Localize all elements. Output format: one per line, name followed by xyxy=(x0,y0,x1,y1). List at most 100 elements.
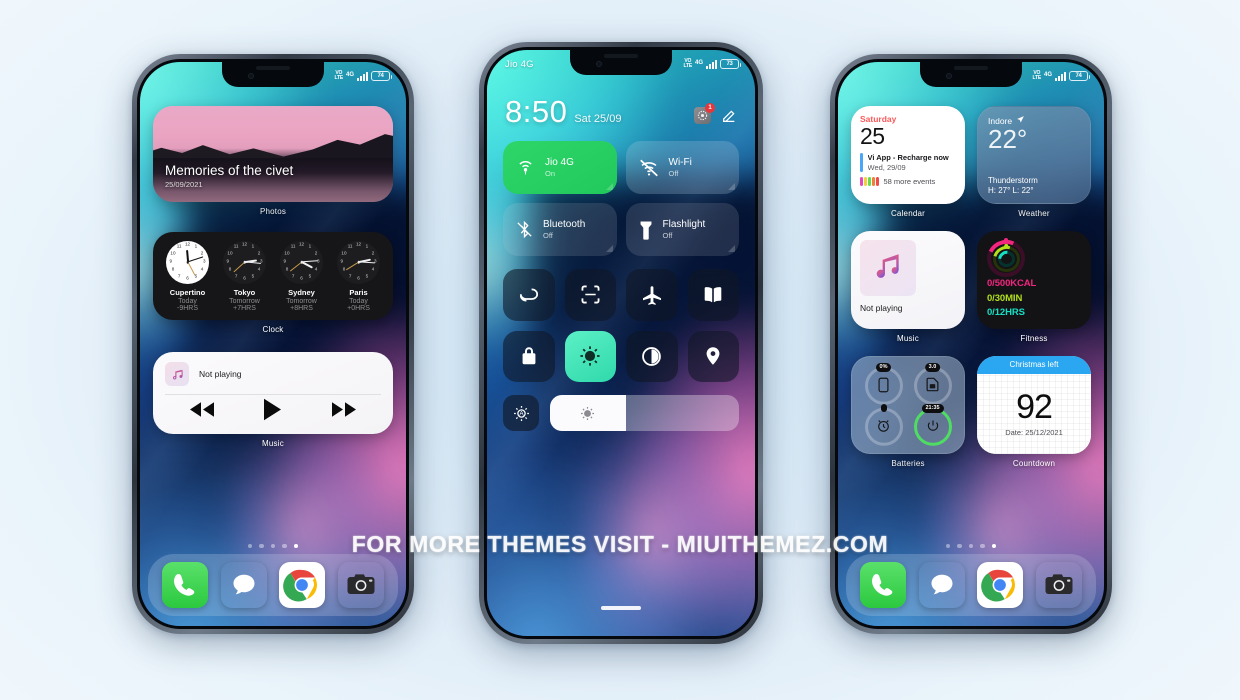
widget-label-countdown: Countdown xyxy=(1012,459,1056,468)
dock-icon-messages[interactable] xyxy=(919,562,965,608)
album-art-placeholder xyxy=(165,362,189,386)
widget-label-music: Music xyxy=(262,439,284,448)
dock-icon-camera[interactable] xyxy=(338,562,384,608)
cc-tile-wifi[interactable]: Wi-Fi Off xyxy=(625,141,739,194)
signal-bars-icon xyxy=(1055,71,1066,81)
page-dot[interactable] xyxy=(259,543,264,548)
page-dot[interactable] xyxy=(980,543,985,548)
dock-icon-chrome[interactable] xyxy=(977,562,1024,608)
clock-face-icon: 12 1 2 3 4 5 6 7 8 9 10 11 xyxy=(166,240,209,284)
widget-clock[interactable]: 12 1 2 3 4 5 6 7 8 9 10 11 Cupertino Today -9HRS 12 1 2 3 4… xyxy=(140,232,406,334)
cc-toggle-mi-share[interactable] xyxy=(503,269,555,321)
brightness-slider[interactable] xyxy=(550,395,739,431)
widget-batteries[interactable]: 0% 3.0 21:35 Batteries xyxy=(851,356,965,468)
page-indicator-right[interactable] xyxy=(838,543,1104,548)
sim-battery-level: 3.0 xyxy=(924,363,941,372)
cc-toggle-dark-mode[interactable] xyxy=(626,330,678,382)
calendar-day-number: 25 xyxy=(860,123,885,149)
brightness-toggle-icon xyxy=(578,344,602,368)
notch xyxy=(570,50,672,75)
cc-tile-flashlight[interactable]: Flashlight Off xyxy=(625,203,739,256)
countdown-title: Christmas left xyxy=(977,356,1091,374)
battery-icon: 73 xyxy=(720,59,741,69)
widget-label-batteries: Batteries xyxy=(891,459,925,468)
widget-music-large[interactable]: Not playing Music xyxy=(140,352,406,448)
cc-toggle-rotation-lock[interactable] xyxy=(503,330,555,382)
cc-tile-title: Flashlight xyxy=(662,219,706,230)
dock-icon-messages[interactable] xyxy=(221,562,267,608)
bluetooth-icon xyxy=(515,220,534,239)
clock-day: Tomorrow xyxy=(229,297,260,305)
volte-icon: VO LTE xyxy=(1032,70,1042,81)
widget-weather[interactable]: Indore 22° Thunderstorm H: 27° L: 22° We… xyxy=(977,106,1091,218)
music-status: Not playing xyxy=(860,303,903,313)
forward-button[interactable] xyxy=(331,401,357,418)
dock-icon-phone[interactable] xyxy=(162,562,209,608)
power-icon xyxy=(926,419,940,433)
rotation-lock-icon xyxy=(518,345,540,367)
play-button[interactable] xyxy=(263,398,282,421)
battery-percent: 73 xyxy=(726,61,733,67)
settings-shortcut-button[interactable]: 1 xyxy=(694,103,715,124)
dock-icon-phone[interactable] xyxy=(860,562,907,608)
calendar-more-events: 58 more events xyxy=(883,177,936,187)
calendar-event-date: Wed, 29/09 xyxy=(867,163,906,173)
calendar-color-stripes xyxy=(860,177,879,187)
cc-tile-mobile-data[interactable]: Jio 4G On xyxy=(503,141,617,194)
widget-music-small[interactable]: Not playing Music xyxy=(851,231,965,343)
widget-label-photos: Photos xyxy=(259,207,287,216)
home-screen-left: Memories of the civet 25/09/2021 Photos … xyxy=(140,62,406,626)
page-dot[interactable] xyxy=(945,543,951,548)
rewind-button[interactable] xyxy=(189,401,215,418)
location-icon xyxy=(702,345,724,367)
screen-middle: Jio 4G VO LTE 4G 73 8:50 Sat 25/09 1 Jio… xyxy=(487,50,755,636)
page-dot[interactable] xyxy=(957,543,962,548)
calendar-event[interactable]: Vi App - Recharge now Wed, 29/09 xyxy=(860,153,956,173)
clock-cell: 12 1 2 3 4 5 6 7 8 9 10 11 Paris Today +0HRS xyxy=(331,240,386,312)
dock-icon-chrome[interactable] xyxy=(279,562,326,608)
clock-offset: +7HRS xyxy=(233,304,256,312)
widget-photos[interactable]: Memories of the civet 25/09/2021 Photos xyxy=(140,106,406,216)
page-dot[interactable] xyxy=(282,543,287,548)
cc-toggle-scan-qr[interactable] xyxy=(564,269,616,321)
status-carrier: Jio 4G xyxy=(505,58,534,70)
alarm-clock-icon xyxy=(876,418,891,433)
volte-icon: VO LTE xyxy=(334,70,344,81)
reading-mode-icon xyxy=(701,283,725,307)
clock-day: Today xyxy=(178,297,197,305)
clock-cell: 12 1 2 3 4 5 6 7 8 9 10 11 Cupertino Today -9HRS xyxy=(160,240,215,312)
clock-day: Today xyxy=(349,297,368,305)
cc-toggle-airplane-mode[interactable] xyxy=(626,269,678,321)
cc-toggle-location[interactable] xyxy=(687,330,739,382)
mobile-data-icon xyxy=(515,157,536,178)
page-dot[interactable] xyxy=(270,543,276,548)
scan-qr-icon xyxy=(579,283,602,306)
phone-bezel: VO LTE 4G 74 Memories of the civet 25/09… xyxy=(137,59,409,629)
dock-left xyxy=(148,554,398,616)
phone-right-homescreen: VO LTE 4G 74 Saturday 25 Vi App - Rechar… xyxy=(830,54,1112,634)
widget-countdown[interactable]: Christmas left 92 Date: 25/12/2021 Count… xyxy=(977,356,1091,468)
page-dot[interactable] xyxy=(247,543,253,548)
network-type-label: 4G xyxy=(345,72,354,78)
edit-button[interactable] xyxy=(721,108,737,124)
widget-fitness[interactable]: 0/500KCAL 0/30MIN 0/12HRS Fitness xyxy=(977,231,1091,343)
battery-icon: 74 xyxy=(371,71,392,81)
page-dot[interactable] xyxy=(991,543,997,548)
sim-card-icon xyxy=(926,377,939,392)
dock-icon-camera[interactable] xyxy=(1036,562,1082,608)
auto-brightness-button[interactable]: A xyxy=(503,395,539,431)
wifi-icon xyxy=(638,157,660,179)
cc-toggle-brightness-toggle[interactable] xyxy=(564,330,616,382)
clock-city: Paris xyxy=(349,287,368,297)
phone-battery: 0% xyxy=(859,363,908,405)
cc-toggle-reading-mode[interactable] xyxy=(687,269,739,321)
cc-tile-bluetooth[interactable]: Bluetooth Off xyxy=(503,203,617,256)
widget-calendar[interactable]: Saturday 25 Vi App - Recharge now Wed, 2… xyxy=(851,106,965,218)
phone-left-homescreen: VO LTE 4G 74 Memories of the civet 25/09… xyxy=(132,54,414,634)
page-dot[interactable] xyxy=(968,543,974,548)
page-dot[interactable] xyxy=(293,543,299,548)
home-indicator[interactable] xyxy=(601,606,641,610)
clock-day: Tomorrow xyxy=(286,297,317,305)
page-indicator-left[interactable] xyxy=(140,543,406,548)
battery-percent: 74 xyxy=(377,73,384,79)
